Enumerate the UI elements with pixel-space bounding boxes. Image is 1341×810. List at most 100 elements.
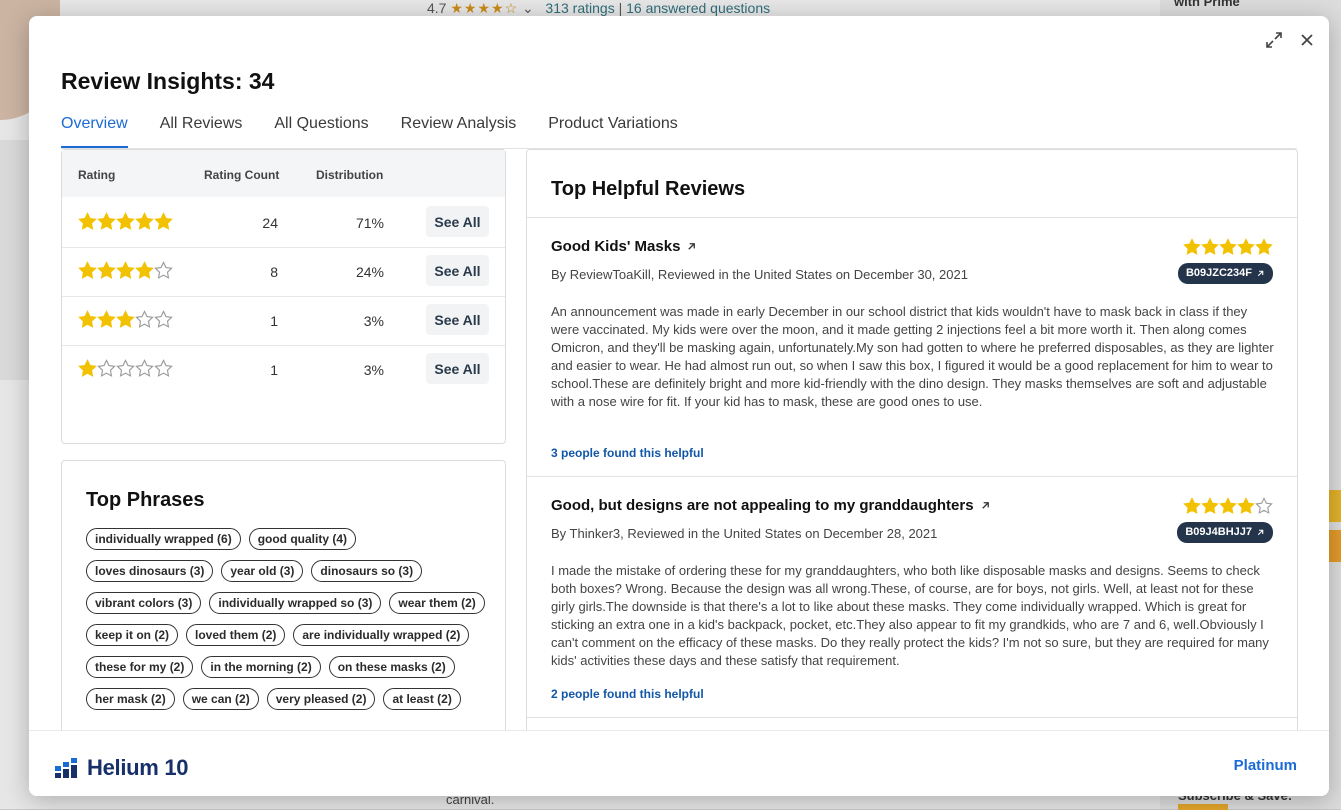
review-helpful-count: 2 people found this helpful (551, 687, 704, 701)
review-title-link[interactable]: Good, but designs are not appealing to m… (551, 497, 991, 514)
phrase-chip-list: individually wrapped (6) good quality (4… (86, 528, 486, 710)
phrase-chip[interactable]: we can (2) (182, 688, 259, 710)
plan-link[interactable]: Platinum (1234, 757, 1297, 774)
phrase-chip[interactable]: on these masks (2) (328, 656, 455, 678)
tab-all-reviews[interactable]: All Reviews (160, 114, 243, 146)
phrase-chip[interactable]: loved them (2) (186, 624, 286, 646)
phrase-chip[interactable]: in the morning (2) (201, 656, 321, 678)
background-stars-icon: ★★★★☆ (450, 0, 519, 16)
star-filled-icon (135, 261, 154, 279)
star-filled-icon (78, 261, 97, 279)
external-link-icon (1257, 529, 1264, 536)
helium10-logo-icon (55, 758, 77, 778)
review-stars (1183, 238, 1273, 256)
star-filled-icon (1237, 497, 1255, 514)
chevron-down-icon: ⌄ (522, 0, 534, 16)
expand-icon[interactable] (1264, 30, 1284, 50)
top-reviews-title: Top Helpful Reviews (551, 178, 746, 200)
rating-table-header: Rating Rating Count Distribution (62, 150, 505, 197)
header-rating-count: Rating Count (204, 168, 280, 182)
tab-all-questions[interactable]: All Questions (274, 114, 368, 146)
star-rating (78, 310, 173, 329)
header-distribution: Distribution (316, 168, 384, 182)
review-helpful-count: 3 people found this helpful (551, 446, 704, 460)
see-all-button[interactable]: See All (426, 353, 489, 384)
left-column: Rating Rating Count Distribution 24 71% … (61, 149, 506, 731)
star-filled-icon (97, 212, 116, 230)
brand-name: Helium 10 (87, 755, 189, 780)
top-helpful-reviews-panel: Top Helpful Reviews Good Kids' Masks By … (526, 149, 1298, 733)
rating-count: 1 (270, 313, 278, 329)
background-add-to-cart (1329, 490, 1341, 522)
star-rating (78, 359, 173, 378)
phrase-chip[interactable]: these for my (2) (86, 656, 194, 678)
star-filled-icon (1201, 238, 1219, 255)
star-filled-icon (97, 261, 116, 279)
phrase-chip[interactable]: keep it on (2) (86, 624, 179, 646)
star-filled-icon (78, 359, 97, 377)
star-filled-icon (135, 212, 154, 230)
review-title-link[interactable]: Good Kids' Masks (551, 238, 697, 255)
star-filled-icon (154, 212, 173, 230)
rating-count: 24 (262, 215, 278, 231)
tab-review-analysis[interactable]: Review Analysis (401, 114, 517, 146)
asin-badge[interactable]: B09JZC234F (1177, 263, 1273, 284)
external-link-icon (688, 243, 696, 250)
star-empty-icon (135, 310, 154, 328)
phrase-chip[interactable]: good quality (4) (248, 528, 357, 550)
background-rating-line: 4.7 ★★★★☆ ⌄ 313 ratings | 16 answered qu… (427, 0, 770, 17)
background-ratings-link: 313 ratings (545, 0, 615, 16)
rating-table: Rating Rating Count Distribution 24 71% … (61, 149, 506, 444)
phrase-chip[interactable]: year old (3) (221, 560, 304, 582)
star-empty-icon (154, 310, 173, 328)
review-byline: By ReviewToaKill, Reviewed in the United… (551, 267, 968, 282)
phrase-chip[interactable]: loves dinosaurs (3) (86, 560, 214, 582)
review-card: Good Kids' Masks By ReviewToaKill, Revie… (527, 218, 1297, 477)
review-title: Good, but designs are not appealing to m… (551, 497, 974, 514)
tab-overview[interactable]: Overview (61, 114, 128, 149)
star-filled-icon (1219, 238, 1237, 255)
star-filled-icon (1183, 238, 1201, 255)
phrase-chip[interactable]: individually wrapped so (3) (209, 592, 382, 614)
star-filled-icon (116, 212, 135, 230)
review-body: An announcement was made in early Decemb… (551, 304, 1274, 409)
see-all-button[interactable]: See All (426, 255, 489, 286)
modal-title: Review Insights: 34 (61, 68, 275, 94)
star-empty-icon (135, 359, 154, 377)
rating-distribution: 3% (363, 313, 384, 329)
star-filled-icon (1255, 238, 1273, 255)
external-link-icon (981, 502, 989, 509)
star-filled-icon (78, 310, 97, 328)
phrase-chip[interactable]: her mask (2) (86, 688, 175, 710)
star-filled-icon (78, 212, 97, 230)
asin-value: B09JZC234F (1185, 267, 1252, 279)
star-filled-icon (1219, 497, 1237, 514)
rating-distribution: 24% (355, 264, 384, 280)
asin-badge[interactable]: B09J4BHJJ7 (1177, 522, 1273, 543)
star-empty-icon (154, 359, 173, 377)
star-filled-icon (97, 310, 116, 328)
phrase-chip[interactable]: vibrant colors (3) (86, 592, 202, 614)
rating-count: 8 (270, 264, 278, 280)
phrase-chip[interactable]: are individually wrapped (2) (293, 624, 470, 646)
tab-bar: Overview All Reviews All Questions Revie… (61, 114, 710, 149)
phrase-chip[interactable]: dinosaurs so (3) (311, 560, 423, 582)
phrase-chip[interactable]: at least (2) (383, 688, 461, 710)
phrase-chip[interactable]: very pleased (2) (266, 688, 376, 710)
star-empty-icon (116, 359, 135, 377)
rating-row-3-star: 1 3% See All (62, 296, 505, 346)
tab-product-variations[interactable]: Product Variations (548, 114, 678, 146)
see-all-button[interactable]: See All (426, 304, 489, 335)
rating-count: 1 (270, 362, 278, 378)
phrase-chip[interactable]: wear them (2) (389, 592, 485, 614)
star-filled-icon (116, 310, 135, 328)
review-body: I made the mistake of ordering these for… (551, 563, 1269, 668)
see-all-button[interactable]: See All (426, 206, 489, 237)
star-filled-icon (1237, 238, 1255, 255)
close-icon[interactable] (1297, 30, 1317, 50)
phrase-chip[interactable]: individually wrapped (6) (86, 528, 241, 550)
review-title: Good Kids' Masks (551, 238, 681, 255)
star-empty-icon (154, 261, 173, 279)
star-rating (78, 212, 173, 231)
rating-row-4-star: 8 24% See All (62, 247, 505, 297)
